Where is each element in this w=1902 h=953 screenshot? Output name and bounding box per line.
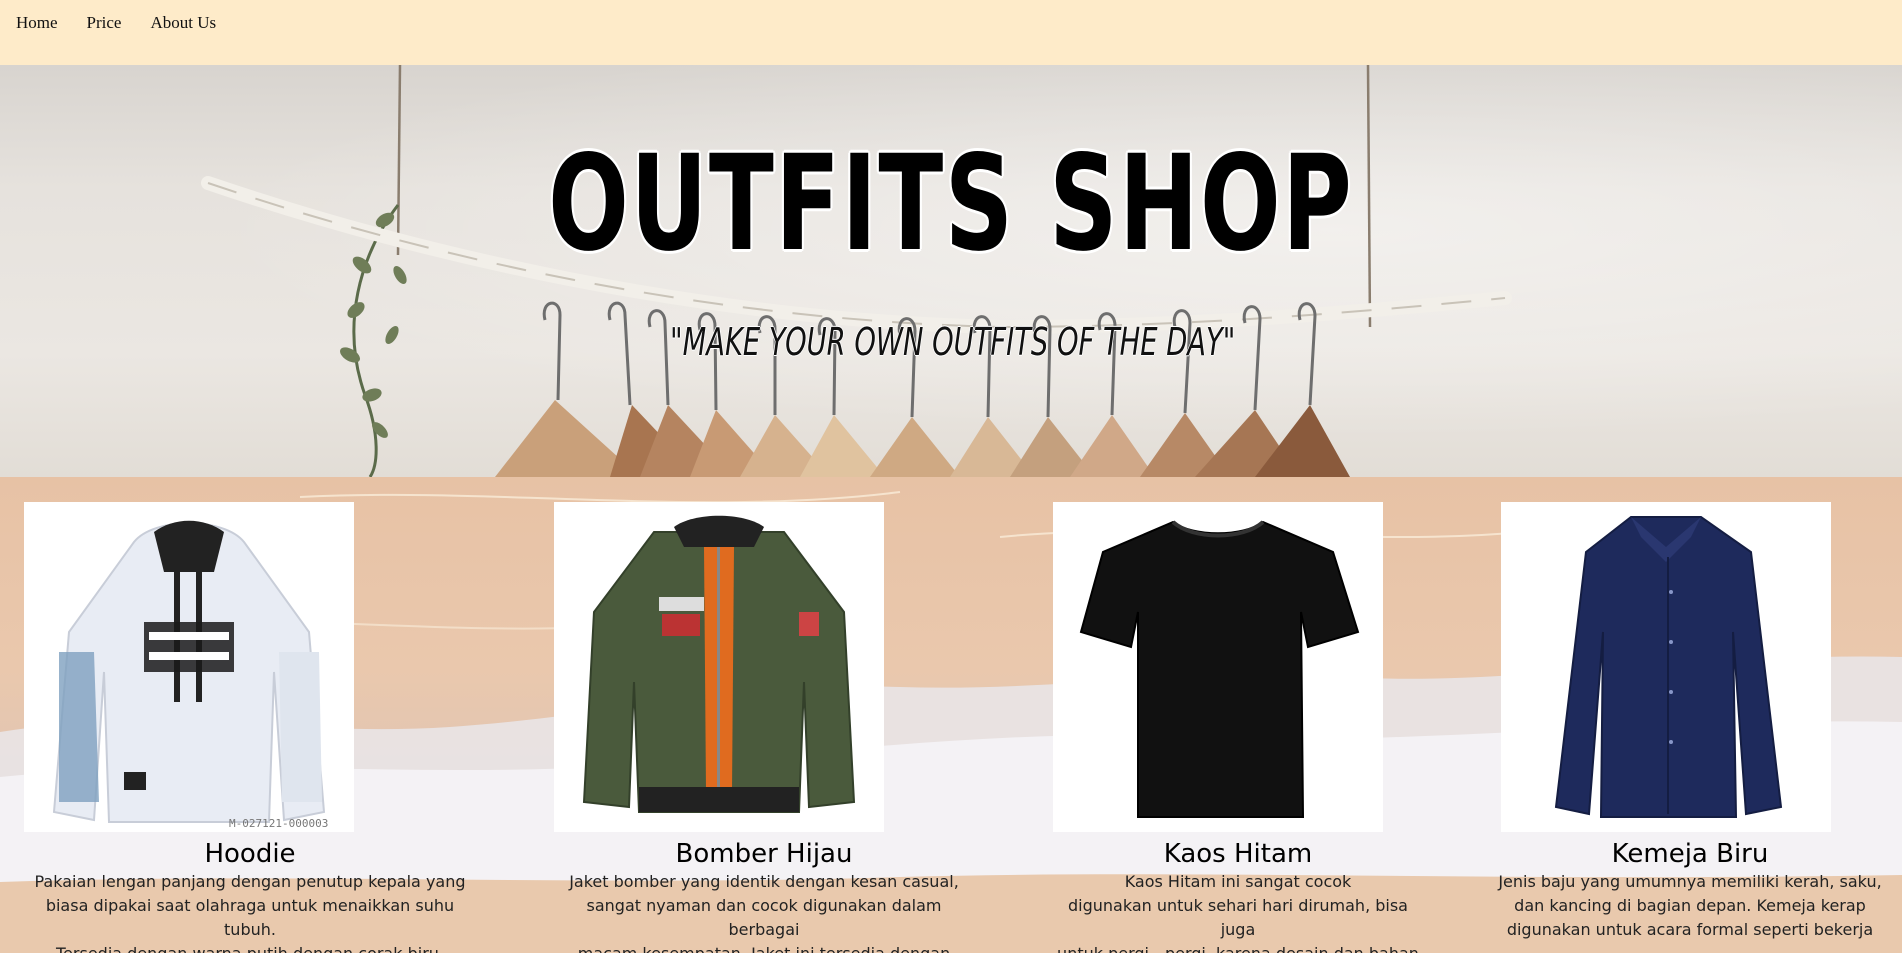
product-desc-line: Jenis baju yang umumnya memiliki kerah, …: [1498, 872, 1882, 891]
product-desc-line: Kaos Hitam ini sangat cocok: [1124, 872, 1352, 891]
product-title-bomber-hijau: Bomber Hijau: [675, 839, 853, 869]
product-desc-kemeja-biru: Jenis baju yang umumnya memiliki kerah, …: [1488, 870, 1892, 942]
product-desc-line: Tersedia dengan warna putih dengan corak…: [24, 942, 476, 953]
blue-shirt-icon: [1501, 502, 1831, 832]
products-section: M-027121-000003 Hoodie Pakaian lengan pa…: [0, 477, 1902, 953]
blue-shirt-image: [1501, 502, 1831, 832]
hero-title: OUTFITS SHOP: [548, 127, 1354, 281]
product-desc-line: biasa dipakai saat olahraga untuk menaik…: [45, 896, 455, 939]
product-desc-line: macam kesempatan. Jaket ini tersedia den…: [554, 942, 974, 953]
black-tshirt-image: [1053, 502, 1383, 832]
hero-banner: OUTFITS SHOP "MAKE YOUR OWN OUTFITS OF T…: [0, 65, 1902, 477]
product-card-kaos-hitam[interactable]: Kaos Hitam Kaos Hitam ini sangat cocok d…: [1053, 502, 1423, 953]
product-desc-kaos-hitam: Kaos Hitam ini sangat cocok digunakan un…: [1053, 870, 1423, 953]
product-desc-line: untuk pergi - pergi, karena desain dan b…: [1053, 942, 1423, 953]
product-title-kemeja-biru: Kemeja Biru: [1611, 839, 1769, 869]
product-desc-line: sangat nyaman dan cocok digunakan dalam …: [586, 896, 942, 939]
product-title-hoodie: Hoodie: [204, 839, 296, 869]
nav-about-us-link[interactable]: About Us: [150, 13, 216, 33]
bomber-jacket-image: [554, 502, 884, 832]
product-desc-line: dan kancing di bagian depan. Kemeja kera…: [1514, 896, 1866, 915]
black-tshirt-icon: [1053, 502, 1383, 832]
product-desc-hoodie: Pakaian lengan panjang dengan penutup ke…: [24, 870, 476, 953]
hoodie-image: M-027121-000003: [24, 502, 354, 832]
nav-price-link[interactable]: Price: [87, 13, 122, 33]
product-desc-line: digunakan untuk acara formal seperti bek…: [1506, 920, 1874, 939]
bomber-jacket-icon: [554, 502, 884, 832]
product-card-hoodie[interactable]: M-027121-000003 Hoodie Pakaian lengan pa…: [24, 502, 476, 953]
hoodie-image-caption: M-027121-000003: [229, 817, 328, 830]
top-navbar: Home Price About Us: [0, 0, 1902, 65]
product-title-kaos-hitam: Kaos Hitam: [1163, 839, 1313, 869]
hero-subtitle: "MAKE YOUR OWN OUTFITS OF THE DAY": [670, 320, 1236, 364]
hoodie-icon: M-027121-000003: [24, 502, 354, 832]
product-desc-line: digunakan untuk sehari hari dirumah, bis…: [1068, 896, 1408, 939]
product-card-bomber-hijau[interactable]: Bomber Hijau Jaket bomber yang identik d…: [554, 502, 974, 953]
nav-home-link[interactable]: Home: [16, 13, 58, 33]
product-card-kemeja-biru[interactable]: Kemeja Biru Jenis baju yang umumnya memi…: [1488, 502, 1892, 942]
product-desc-bomber-hijau: Jaket bomber yang identik dengan kesan c…: [554, 870, 974, 953]
product-desc-line: Jaket bomber yang identik dengan kesan c…: [569, 872, 959, 891]
product-desc-line: Pakaian lengan panjang dengan penutup ke…: [34, 872, 466, 891]
